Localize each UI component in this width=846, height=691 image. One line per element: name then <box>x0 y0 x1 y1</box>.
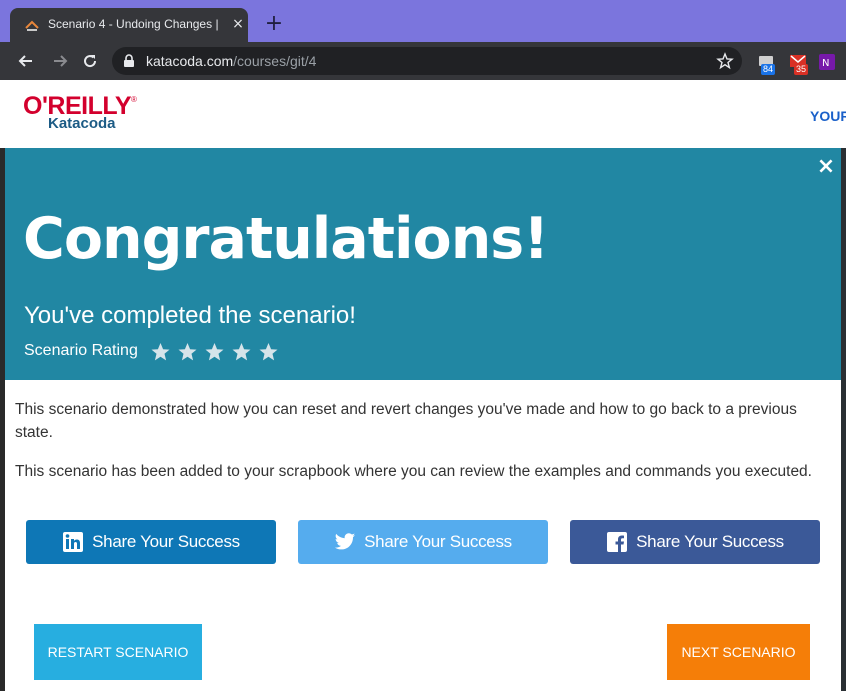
congratulations-heading: Congratulations! <box>23 206 549 272</box>
reload-icon[interactable] <box>80 51 100 71</box>
onenote-icon[interactable]: N <box>818 53 836 71</box>
share-linkedin-button[interactable]: Share Your Success <box>26 520 276 564</box>
star-icon[interactable] <box>231 342 252 362</box>
browser-tabstrip: Scenario 4 - Undoing Changes | Katacoda … <box>0 0 846 42</box>
katacoda-favicon-icon <box>25 20 39 31</box>
share-facebook-label: Share Your Success <box>636 532 784 551</box>
site-header: O'REILLY® Katacoda YOUR <box>0 80 846 148</box>
star-icon[interactable] <box>150 342 171 362</box>
modal-header: × Congratulations! You've completed the … <box>5 148 841 380</box>
nav-your-link[interactable]: YOUR <box>810 108 846 124</box>
scrapbook-paragraph: This scenario has been added to your scr… <box>15 463 812 480</box>
svg-text:N: N <box>822 58 829 69</box>
star-icon[interactable] <box>204 342 225 362</box>
completion-modal: × Congratulations! You've completed the … <box>5 148 841 691</box>
share-facebook-button[interactable]: Share Your Success <box>570 520 820 564</box>
linkedin-icon <box>63 532 84 552</box>
back-icon[interactable] <box>16 51 36 71</box>
forward-icon[interactable] <box>50 51 70 71</box>
gmail-icon[interactable]: 35 <box>789 53 809 75</box>
browser-tab[interactable]: Scenario 4 - Undoing Changes | Katacoda … <box>10 8 248 42</box>
completed-subtitle: You've completed the scenario! <box>24 302 356 329</box>
share-twitter-label: Share Your Success <box>364 532 512 551</box>
url-text: katacoda.com/courses/git/4 <box>146 53 317 69</box>
new-tab-icon[interactable]: + <box>262 12 286 36</box>
twitter-icon <box>335 533 356 550</box>
tab-counter-icon[interactable]: 84 <box>758 53 776 75</box>
star-icon[interactable] <box>258 342 279 362</box>
tab-close-icon[interactable]: × <box>228 14 248 34</box>
facebook-icon <box>607 532 628 552</box>
share-linkedin-label: Share Your Success <box>92 532 240 551</box>
share-twitter-button[interactable]: Share Your Success <box>298 520 548 564</box>
bookmark-star-icon[interactable] <box>716 52 734 70</box>
address-bar[interactable]: katacoda.com/courses/git/4 <box>112 47 742 75</box>
next-scenario-button[interactable]: NEXT SCENARIO <box>667 624 810 680</box>
rating-label: Scenario Rating <box>24 342 138 359</box>
katacoda-logo[interactable]: Katacoda <box>48 115 116 132</box>
background-page-right <box>841 148 846 691</box>
summary-paragraph: This scenario demonstrated how you can r… <box>15 401 797 441</box>
rating-stars[interactable] <box>150 342 279 362</box>
star-icon[interactable] <box>177 342 198 362</box>
restart-scenario-button[interactable]: RESTART SCENARIO <box>34 624 202 680</box>
tab-title: Scenario 4 - Undoing Changes | Katacoda <box>48 17 220 31</box>
browser-toolbar: katacoda.com/courses/git/4 84 35 N <box>0 42 846 80</box>
close-icon[interactable]: × <box>815 156 837 178</box>
lock-icon <box>124 54 134 67</box>
